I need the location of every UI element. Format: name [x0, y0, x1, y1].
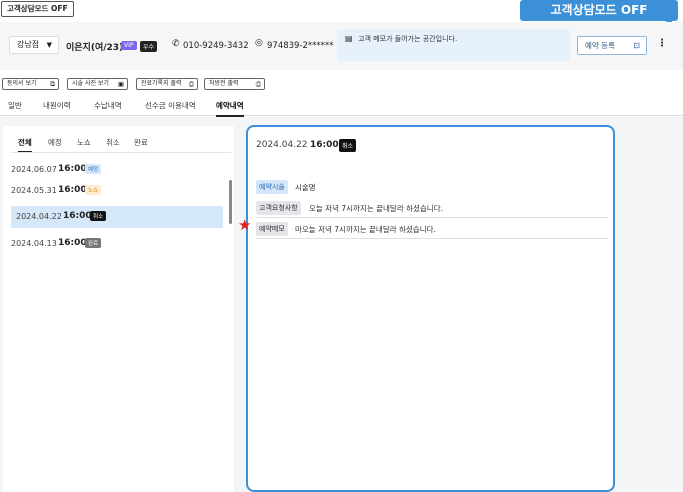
list-item[interactable]: 2024.06.07 16:00 예정 — [11, 160, 225, 180]
detail-value: 마오늘 저녁 7시까지는 끝내달라 하셨습니다. — [295, 225, 436, 234]
customer-memo[interactable]: ▤ 고객 메모가 들어가는 공간입니다. — [337, 29, 570, 61]
tab-visit-history[interactable]: 내원이력 — [43, 100, 71, 111]
doc-icon: ⧉ — [50, 80, 55, 88]
consent-view-label: 동의서 보기 — [7, 80, 37, 87]
vip-badge: VIP — [121, 41, 137, 50]
status-badge: 예정 — [85, 164, 102, 174]
list-item[interactable]: 2024.04.13 16:00 완료 — [11, 234, 225, 254]
detail-row-memo: 예약메모 마오늘 저녁 7시까지는 끝내달라 하셨습니다. — [256, 219, 608, 239]
print-icon: ⎙ — [188, 80, 194, 88]
prescription-print-button[interactable]: 처방전 출력 ⎙ — [204, 78, 265, 90]
detail-row-request: 고객요청사항 오늘 저녁 7시까지는 끝내달라 하셨습니다. — [256, 198, 608, 218]
prescription-print-label: 처방전 출력 — [209, 80, 239, 87]
print-icon: ⎙ — [255, 80, 261, 88]
tab-general[interactable]: 일반 — [8, 100, 22, 111]
detail-time: 16:00 — [310, 140, 339, 150]
reservation-date: 2024.06.07 — [11, 165, 57, 174]
subtab-cancelled[interactable]: 취소 — [106, 137, 120, 148]
customer-name: 이은지(여/23) — [66, 43, 124, 53]
reserve-register-label: 예약 등록 — [585, 41, 615, 50]
reservation-time: 16:00 — [58, 164, 87, 174]
tab-reservations[interactable]: 예약내역 — [216, 100, 244, 117]
photo-view-button[interactable]: 시술 사진 보기 ▣ — [67, 78, 128, 90]
subtab-divider — [11, 152, 231, 153]
reservation-time: 16:00 — [58, 238, 87, 248]
branch-select[interactable]: 강남점 ▼ — [9, 36, 59, 54]
record-print-label: 진료기록지 출력 — [141, 80, 182, 87]
id-card-icon: ◎ — [255, 38, 263, 48]
branch-label: 강남점 — [17, 40, 40, 49]
consent-view-button[interactable]: 동의서 보기 ⧉ — [2, 78, 59, 90]
reservation-time: 16:00 — [58, 185, 87, 195]
status-badge: 완료 — [85, 238, 102, 248]
detail-value: 시술명 — [295, 183, 316, 192]
list-item[interactable]: 2024.05.31 16:00 노쇼 — [11, 181, 225, 201]
tab-payments[interactable]: 수납내역 — [94, 100, 122, 111]
reservation-date: 2024.04.13 — [11, 239, 57, 248]
phone-icon: ✆ — [172, 39, 180, 49]
reservation-date: 2024.05.31 — [11, 186, 57, 195]
subtab-completed[interactable]: 완료 — [134, 137, 148, 148]
list-item-selected[interactable]: 2024.04.22 16:00 취소 — [11, 206, 223, 228]
record-print-button[interactable]: 진료기록지 출력 ⎙ — [136, 78, 198, 90]
detail-date: 2024.04.22 — [256, 140, 308, 150]
reserve-register-button[interactable]: 예약 등록 ⊡ — [577, 36, 647, 55]
main-tabs: 일반 내원이력 수납내역 선수금 이용내역 예약내역 — [0, 98, 683, 117]
photo-icon: ▣ — [117, 80, 124, 88]
consult-mode-button[interactable]: 고객상담모드 OFF — [1, 1, 74, 17]
grade-badge: 우수 — [140, 41, 158, 52]
more-icon[interactable]: ⋮ — [657, 38, 667, 49]
consult-mode-banner: 고객상담모드 OFF — [520, 0, 678, 26]
list-scrollbar[interactable] — [229, 180, 232, 224]
caret-down-icon: ▼ — [46, 41, 52, 49]
subtab-noshow[interactable]: 노쇼 — [77, 137, 91, 148]
reservation-detail-panel: 2024.04.22 16:00 취소 예약시술 시술명 고객요청사항 오늘 저… — [246, 125, 615, 492]
star-icon: ★ — [238, 216, 252, 234]
status-badge: 노쇼 — [85, 185, 102, 195]
detail-row-procedure: 예약시술 시술명 — [256, 177, 608, 197]
memo-text: 고객 메모가 들어가는 공간입니다. — [358, 35, 458, 43]
status-badge: 취소 — [339, 139, 357, 152]
tab-prepaid[interactable]: 선수금 이용내역 — [145, 100, 196, 111]
subtab-all[interactable]: 전체 — [18, 137, 32, 153]
photo-view-label: 시술 사진 보기 — [72, 80, 109, 87]
id-number: 974839-2****** — [267, 41, 334, 51]
reservation-time: 16:00 — [63, 211, 92, 221]
reservation-list-panel: 전체 예정 노쇼 취소 완료 2024.06.07 16:00 예정 2024.… — [3, 126, 234, 492]
memo-icon: ▤ — [345, 34, 353, 43]
detail-label: 고객요청사항 — [256, 201, 301, 215]
phone-number: 010-9249-3432 — [183, 41, 249, 51]
detail-value: 오늘 저녁 7시까지는 끝내달라 하셨습니다. — [309, 204, 443, 213]
calendar-icon: ⊡ — [633, 41, 640, 50]
detail-label: 예약시술 — [256, 180, 288, 194]
subtab-planned[interactable]: 예정 — [48, 137, 62, 148]
status-badge: 취소 — [90, 211, 107, 221]
detail-label: 예약메모 — [256, 222, 288, 236]
reservation-date: 2024.04.22 — [16, 212, 62, 221]
customer-header: 강남점 ▼ 이은지(여/23) VIP 우수 ✆ 010-9249-3432 ◎… — [0, 22, 683, 70]
